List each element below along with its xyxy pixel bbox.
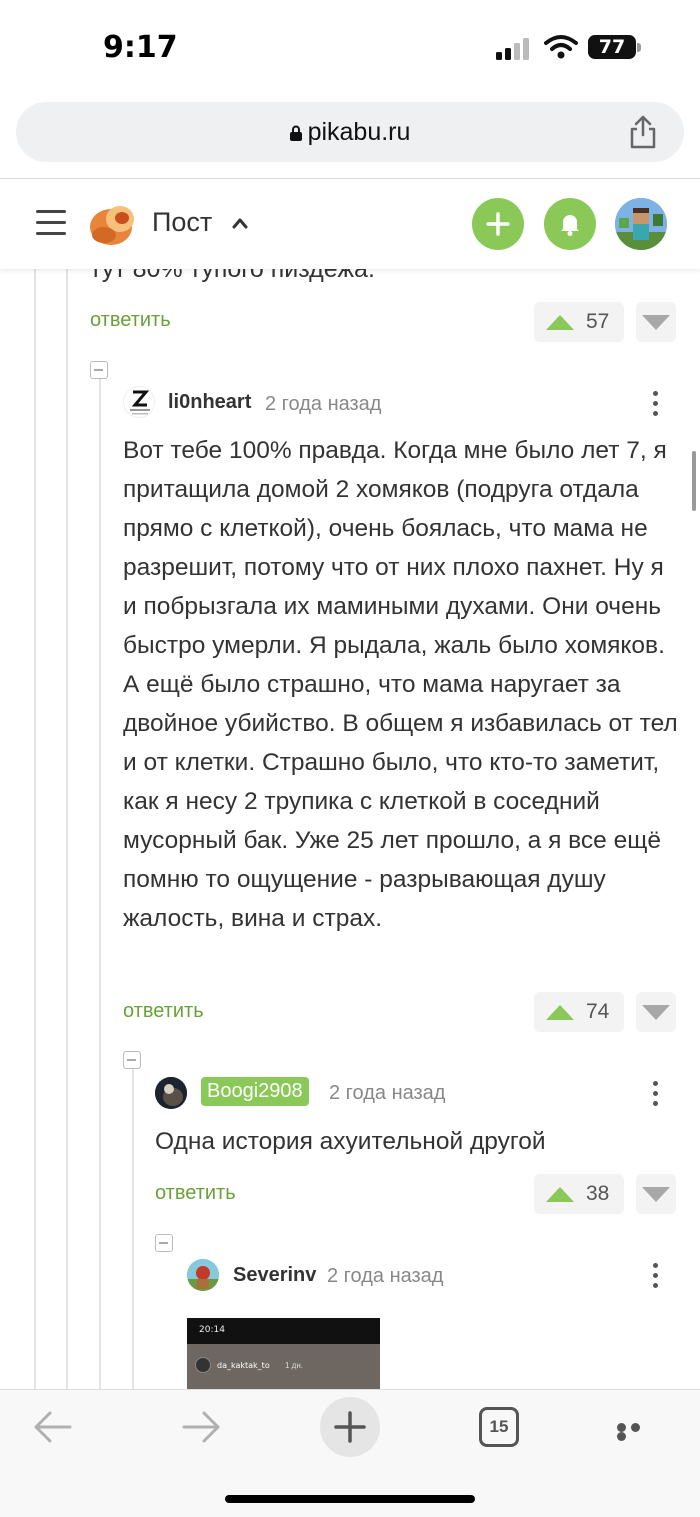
thread-line [34, 269, 36, 1389]
tabs-button[interactable]: 15 [479, 1407, 519, 1447]
username[interactable]: li0nheart [168, 391, 251, 414]
comment-text: Одна история ахуительной другой [155, 1128, 546, 1155]
thread-line [132, 1069, 134, 1389]
more-icon[interactable] [653, 1263, 659, 1291]
downvote-button[interactable] [636, 992, 676, 1032]
share-icon[interactable] [628, 115, 658, 149]
arrow-down-icon [642, 1187, 670, 1202]
upvote-button[interactable]: 74 [534, 992, 624, 1032]
scrollbar[interactable] [692, 451, 696, 511]
avatar-image [615, 198, 667, 250]
username[interactable]: Boogi2908 [201, 1077, 309, 1106]
commenter-avatar[interactable] [187, 1259, 219, 1291]
battery-tip [637, 43, 641, 52]
add-post-button[interactable] [472, 198, 524, 250]
reply-link[interactable]: ответить [123, 1000, 204, 1023]
arrow-down-icon [642, 1005, 670, 1020]
comments-area: тут 80% тупого пиздежа. ответить 57 li0n… [0, 269, 700, 1389]
image-avatar [195, 1357, 211, 1373]
avatar-image [130, 390, 150, 415]
app-header: Пост [0, 179, 700, 269]
avatar-image [155, 1077, 187, 1109]
comment-time[interactable]: 2 года назад [265, 393, 381, 416]
collapse-button[interactable] [90, 361, 108, 379]
back-icon[interactable] [32, 1410, 72, 1444]
reply-link[interactable]: ответить [90, 309, 171, 332]
plus-icon [486, 212, 510, 236]
status-time: 9:17 [103, 30, 178, 65]
comment-text: Вот тебе 100% правда. Когда мне было лет… [123, 437, 678, 932]
chevron-up-icon[interactable] [232, 217, 248, 229]
more-icon[interactable] [617, 1423, 657, 1441]
status-bar: 9:17 77 [0, 0, 700, 96]
image-username: da_kaktak_to [217, 1361, 270, 1370]
avatar-image [187, 1259, 219, 1291]
arrow-up-icon [546, 1187, 574, 1202]
lock-icon [289, 125, 302, 141]
downvote-button[interactable] [636, 1174, 676, 1214]
url-text[interactable]: pikabu.ru [16, 118, 684, 147]
upvote-button[interactable]: 57 [534, 302, 624, 342]
page-title[interactable]: Пост [152, 207, 212, 238]
new-tab-button[interactable] [320, 1397, 380, 1457]
url-domain: pikabu.ru [307, 118, 411, 146]
user-avatar[interactable] [615, 198, 667, 250]
wifi-icon [544, 35, 578, 59]
comment-image[interactable]: 20:14 da_kaktak_to 1 дн. [187, 1318, 380, 1389]
image-statusbar: 20:14 [187, 1318, 380, 1344]
home-indicator [225, 1495, 475, 1503]
downvote-button[interactable] [636, 302, 676, 342]
notifications-button[interactable] [544, 198, 596, 250]
forward-icon[interactable] [182, 1410, 222, 1444]
arrow-up-icon [546, 1005, 574, 1020]
comment-time[interactable]: 2 года назад [327, 1265, 443, 1288]
comment-time[interactable]: 2 года назад [329, 1082, 445, 1105]
commenter-avatar[interactable] [155, 1077, 187, 1109]
username[interactable]: Severinv [233, 1264, 316, 1287]
more-icon[interactable] [653, 391, 659, 419]
reply-link[interactable]: ответить [155, 1182, 236, 1205]
vote-count: 38 [586, 1182, 610, 1205]
vote-count: 57 [586, 310, 610, 333]
more-icon[interactable] [653, 1081, 659, 1109]
battery-level: 77 [588, 35, 636, 59]
collapse-button[interactable] [123, 1051, 141, 1069]
vote-count: 74 [586, 1000, 610, 1023]
image-time: 20:14 [199, 1325, 225, 1335]
arrow-down-icon [642, 315, 670, 330]
thread-line [66, 269, 68, 1389]
arrow-up-icon [546, 315, 574, 330]
menu-icon[interactable] [36, 210, 66, 236]
thread-line [99, 377, 101, 1389]
upvote-button[interactable]: 38 [534, 1174, 624, 1214]
bell-icon [561, 215, 579, 236]
comment-text: тут 80% тупого пиздежа. [90, 269, 375, 283]
collapse-button[interactable] [155, 1234, 173, 1252]
commenter-avatar[interactable] [123, 386, 155, 418]
image-date: 1 дн. [285, 1361, 303, 1370]
address-bar[interactable]: pikabu.ru [16, 102, 684, 162]
signal-icon [496, 38, 529, 60]
pikabu-logo[interactable] [90, 201, 136, 247]
plus-icon [334, 1411, 366, 1443]
